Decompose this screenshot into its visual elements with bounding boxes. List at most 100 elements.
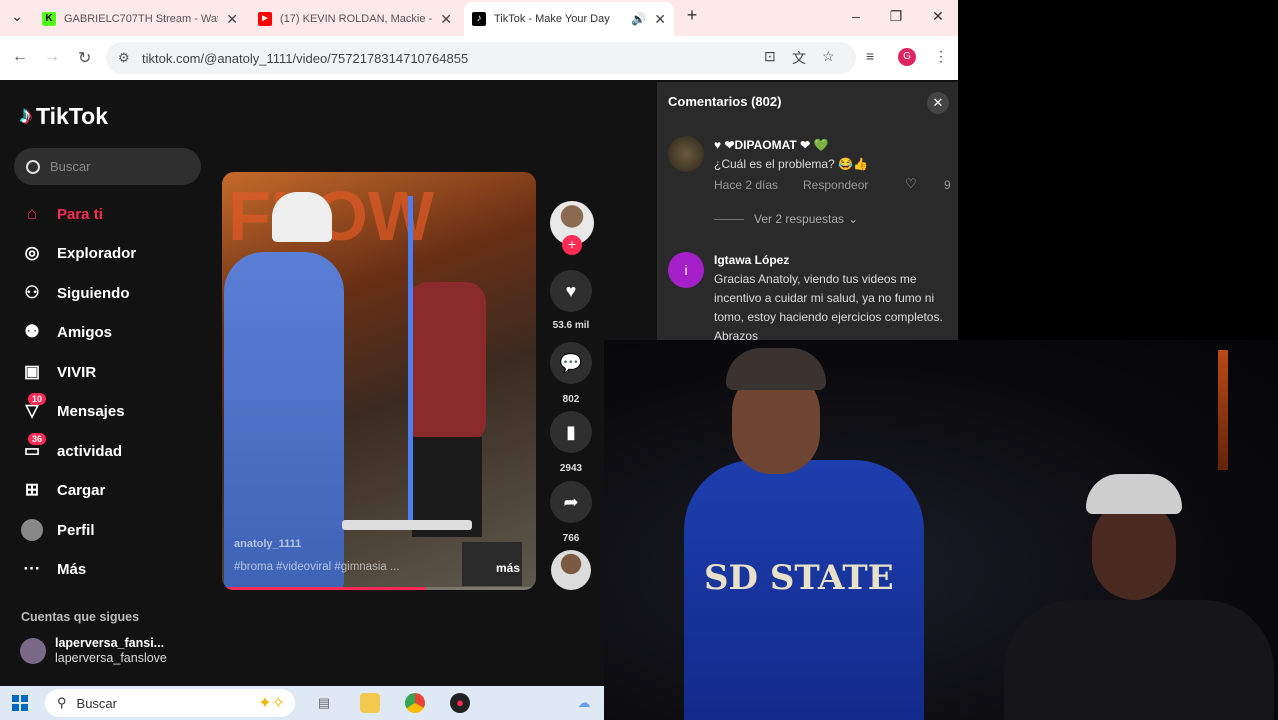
tab-kick-stream[interactable]: K GABRIELC707TH Stream - Watch ✕ [34,4,246,34]
url-input[interactable]: ⚙ tiktok.com/@anatoly_1111/video/7572178… [106,42,856,74]
following-account[interactable]: laperversa_fansi... laperversa_fanslove [20,636,167,666]
share-action[interactable]: ➦ 766 [550,481,592,544]
more-icon: ··· [23,559,41,578]
view-replies-link[interactable]: Ver 2 respuestas ⌄ [714,212,858,226]
new-tab-icon[interactable]: + [672,5,712,26]
app-icon[interactable]: ● [450,693,470,713]
windows-start-icon[interactable] [12,695,28,711]
nav-mas[interactable]: ··· Más [20,557,87,581]
avatar [20,638,46,664]
comments-panel: Comentarios (802) ✕ ♥ ❤DIPAOMAT ❤ 💚 ¿Cuá… [657,82,958,343]
webcam-overlay: SD STATE [604,340,1278,720]
nav-mensajes[interactable]: ▽ 10 Mensajes [20,393,125,423]
upload-icon: ⊞ [24,480,40,499]
logo-text: TikTok [36,102,108,129]
tab-search-chevron-icon[interactable]: ⌄ [0,8,34,25]
nav-explorador[interactable]: ◎ Explorador [20,241,137,265]
kick-icon: K [42,12,56,26]
reload-icon[interactable]: ↻ [78,48,91,68]
search-placeholder: Buscar [50,159,91,174]
chevron-down-icon: ⌄ [848,212,859,226]
save-action[interactable]: ▮ 2943 [550,411,592,474]
nav-label: Más [57,560,87,578]
nav-vivir[interactable]: ▣ VIVIR [20,360,96,384]
nav-perfil[interactable]: Perfil [20,518,95,542]
comment-text: ¿Cuál es el problema? 😂👍 [714,157,868,171]
video-progress-bar[interactable] [222,587,536,590]
compass-icon: ◎ [24,243,40,262]
nav-label: VIVIR [57,363,97,381]
search-icon [26,159,40,174]
person-right-head [1092,500,1176,600]
speaker-icon[interactable]: 🔊 [631,12,646,26]
tab-close-icon[interactable]: ✕ [226,11,238,28]
chrome-icon[interactable] [405,693,425,713]
weather-icon[interactable]: ☁ [574,693,594,713]
close-window-icon[interactable]: ✕ [918,8,958,25]
tab-close-icon[interactable]: ✕ [440,11,452,28]
profile-icon [20,518,44,542]
nav-label: actividad [57,442,123,460]
comment-count: 802 [562,394,580,405]
forward-icon[interactable]: → [44,48,60,66]
reply-link[interactable]: Respondeor [803,178,868,192]
comment-icon[interactable]: 💬 [550,342,592,384]
tab-close-icon[interactable]: ✕ [654,11,666,28]
bookmark-icon[interactable]: ▮ [550,411,592,453]
nav-amigos[interactable]: ⚉ Amigos [20,320,112,344]
tiktok-note-icon: ♪ [20,102,32,129]
follow-plus-button[interactable]: + [562,235,582,255]
back-icon[interactable]: ← [12,48,28,66]
nav-label: Para ti [57,205,103,223]
translate-icon[interactable]: 文 [792,48,806,68]
like-action[interactable]: ♥ 53.6 mil [550,270,592,331]
video-figure-athlete [408,282,486,442]
person-left-cap [726,348,826,390]
taskbar-search-input[interactable]: ⚲ Buscar ✦✧ [45,689,295,717]
heart-icon[interactable]: ♥ [550,270,592,312]
nav-actividad[interactable]: ▭ 36 actividad [20,433,123,463]
site-info-icon[interactable]: ⚙ [118,50,130,66]
activity-icon: ▭ 36 [20,433,47,463]
browser-chrome: ⌄ K GABRIELC707TH Stream - Watch ✕ ▶ (17… [0,0,958,80]
search-input[interactable]: Buscar [14,148,201,185]
home-icon: ⌂ [26,204,38,223]
share-icon[interactable]: ➦ [550,481,592,523]
file-explorer-icon[interactable] [360,693,380,713]
close-comments-icon[interactable]: ✕ [927,92,949,114]
task-view-icon[interactable]: ▤ [314,693,334,713]
minimize-icon[interactable]: – [836,8,876,24]
install-app-icon[interactable]: ⊡ [764,48,776,65]
profile-avatar[interactable]: G [898,48,916,66]
comment-action[interactable]: 💬 802 [550,342,592,405]
media-controls-icon[interactable]: ≡ [866,48,874,64]
video-author[interactable]: anatoly_1111 [234,538,301,550]
share-count: 766 [562,533,580,544]
bookmark-star-icon[interactable]: ☆ [822,48,835,65]
sound-avatar[interactable] [551,550,591,590]
tab-bar: ⌄ K GABRIELC707TH Stream - Watch ✕ ▶ (17… [0,0,958,36]
restore-icon[interactable]: ❐ [876,8,916,25]
following-display-name: laperversa_fansi... [55,636,165,650]
comment-author[interactable]: ♥ ❤DIPAOMAT ❤ 💚 [714,138,828,152]
nav-label: Perfil [57,521,95,539]
nav-label: Explorador [57,244,137,262]
comment-like-heart-icon[interactable]: ♡ [905,176,917,192]
tab-title: GABRIELC707TH Stream - Watch [64,13,219,25]
menu-icon[interactable]: ⋮ [934,48,948,65]
tab-tiktok[interactable]: ♪ TikTok - Make Your Day 🔊 ✕ [464,2,674,36]
video-hashtags[interactable]: #broma #videoviral #gimnasia ... [234,561,400,573]
nav-siguiendo[interactable]: ⚇ Siguiendo [20,281,129,305]
search-icon: ⚲ [57,695,67,710]
tab-youtube[interactable]: ▶ (17) KEVIN ROLDAN, Mackie - ... ✕ [250,4,460,34]
avatar[interactable] [668,136,704,172]
tab-title: TikTok - Make Your Day [494,13,610,25]
video-player[interactable]: FLOW anatoly_1111 #broma #videoviral #gi… [222,172,536,590]
avatar[interactable]: i [668,252,704,288]
messages-badge: 10 [28,393,47,405]
tiktok-logo[interactable]: ♪ TikTok [20,102,108,130]
nav-cargar[interactable]: ⊞ Cargar [20,478,105,502]
video-more-link[interactable]: más [496,561,520,575]
comment-author[interactable]: Igtawa López [714,253,789,267]
nav-para-ti[interactable]: ⌂ Para ti [20,202,103,226]
